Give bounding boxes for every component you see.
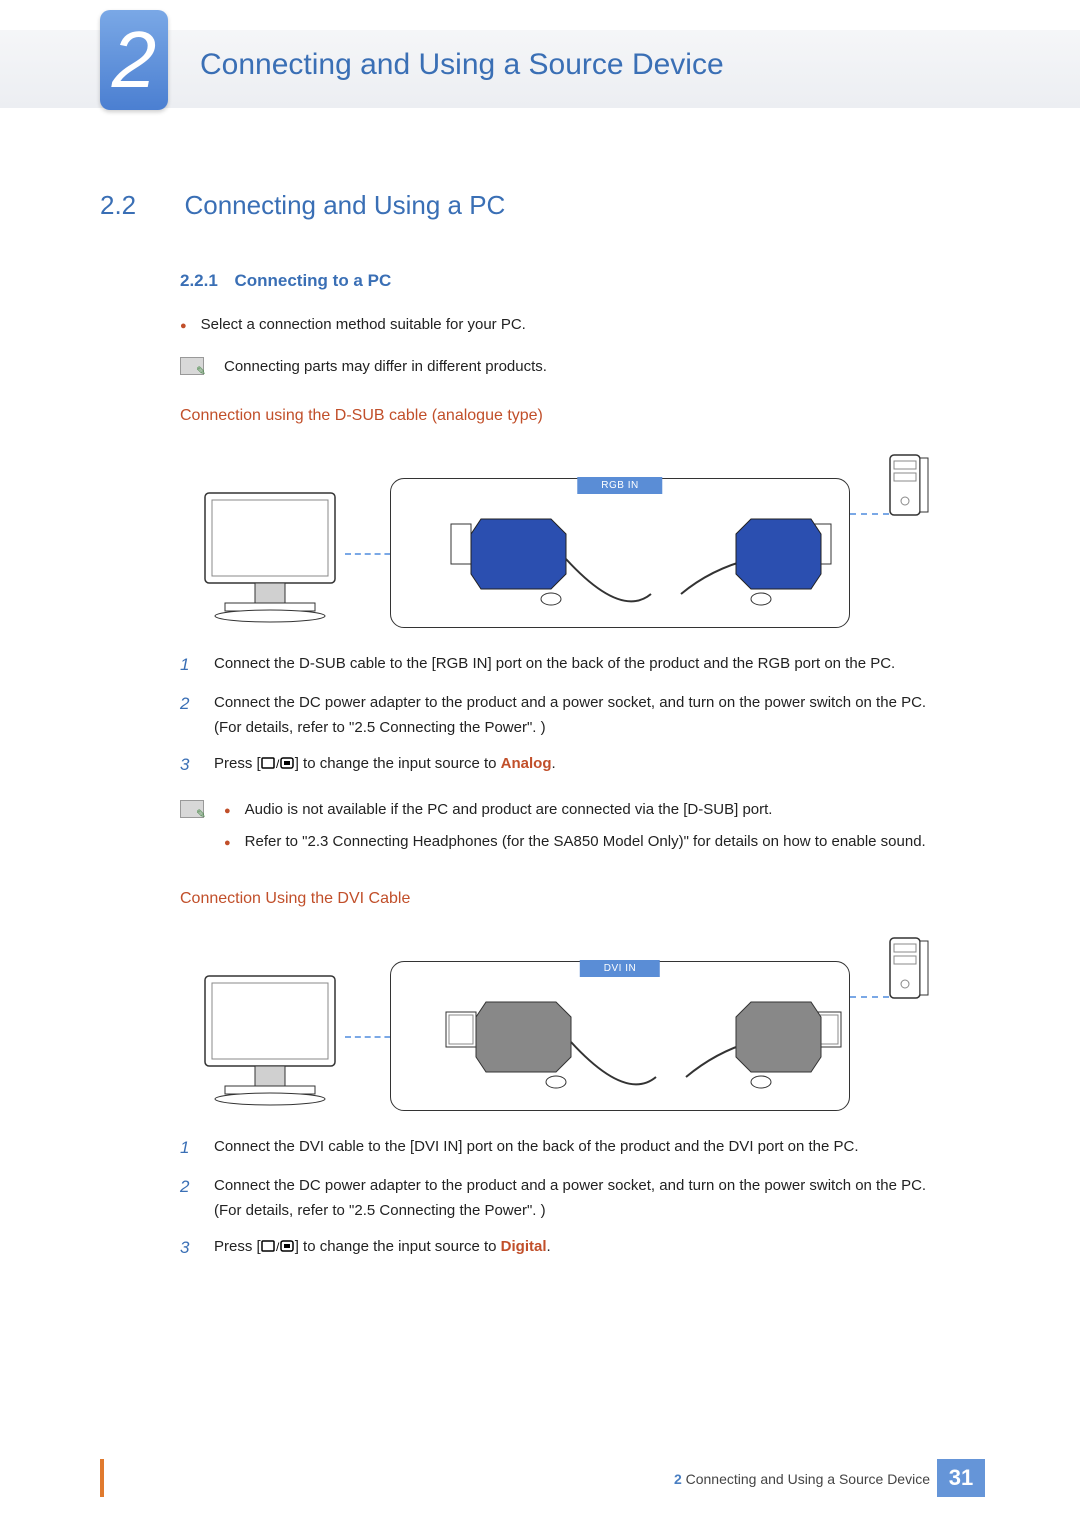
dvi-cable-illustration	[391, 962, 851, 1112]
svg-text:/: /	[276, 757, 280, 771]
dvi-figure: DVI IN	[180, 936, 940, 1116]
dsub-step-1: 1 Connect the D-SUB cable to the [RGB IN…	[180, 651, 985, 680]
source-button-icon: /	[261, 1238, 295, 1254]
step-number: 2	[180, 1173, 196, 1224]
monitor-illustration	[200, 488, 355, 623]
step-number: 1	[180, 651, 196, 680]
step-text: Press [/] to change the input source to …	[214, 751, 985, 780]
chapter-title: Connecting and Using a Source Device	[200, 48, 724, 82]
step-text: Connect the DC power adapter to the prod…	[214, 690, 985, 741]
step-text: Connect the DC power adapter to the prod…	[214, 1173, 985, 1224]
intro-bullet-text: Select a connection method suitable for …	[201, 313, 526, 337]
subsection-heading: 2.2.1 Connecting to a PC	[180, 271, 985, 291]
chapter-number-badge: 2	[100, 10, 168, 110]
subsection-number: 2.2.1	[180, 271, 230, 291]
dsub-step-2: 2 Connect the DC power adapter to the pr…	[180, 690, 985, 741]
section-heading: 2.2 Connecting and Using a PC	[100, 190, 985, 221]
bullet-icon: ●	[180, 318, 187, 336]
dvi-step-2: 2 Connect the DC power adapter to the pr…	[180, 1173, 985, 1224]
page-number: 31	[937, 1459, 985, 1497]
input-source-digital: Digital	[501, 1238, 547, 1255]
step-number: 1	[180, 1134, 196, 1163]
dsub-step-3: 3 Press [/] to change the input source t…	[180, 751, 985, 780]
step-number: 3	[180, 751, 196, 780]
step-text: Connect the D-SUB cable to the [RGB IN] …	[214, 651, 985, 680]
dsub-cable-illustration	[391, 479, 851, 629]
section-title: Connecting and Using a PC	[184, 190, 505, 221]
dsub-heading: Connection using the D-SUB cable (analog…	[180, 407, 985, 425]
source-button-icon: /	[261, 755, 295, 771]
input-source-analog: Analog	[501, 755, 552, 772]
note-text: Audio is not available if the PC and pro…	[245, 798, 773, 822]
dvi-port-label: DVI IN	[580, 960, 660, 977]
footer-chapter-title: Connecting and Using a Source Device	[686, 1471, 930, 1487]
svg-text:/: /	[276, 1240, 280, 1254]
footer-accent-bar	[100, 1459, 104, 1497]
dsub-figure: RGB IN	[180, 453, 940, 633]
step-text: Connect the DVI cable to the [DVI IN] po…	[214, 1134, 985, 1163]
pc-illustration	[888, 936, 930, 1006]
page-footer: 2 Connecting and Using a Source Device 3…	[0, 1459, 1080, 1497]
note-text: Refer to "2.3 Connecting Headphones (for…	[245, 830, 926, 854]
step-number: 3	[180, 1234, 196, 1263]
dvi-step-3: 3 Press [/] to change the input source t…	[180, 1234, 985, 1263]
pc-illustration	[888, 453, 930, 523]
footer-chapter-number: 2	[674, 1471, 682, 1487]
dsub-note-1: ● Audio is not available if the PC and p…	[224, 798, 985, 822]
section-number: 2.2	[100, 190, 180, 221]
step-number: 2	[180, 690, 196, 741]
footer-text: 2 Connecting and Using a Source Device	[674, 1471, 930, 1487]
dvi-connector-box: DVI IN	[390, 961, 850, 1111]
dsub-note-2: ● Refer to "2.3 Connecting Headphones (f…	[224, 830, 985, 854]
monitor-illustration	[200, 971, 355, 1106]
note-icon	[180, 357, 204, 375]
bullet-icon: ●	[224, 803, 231, 821]
intro-bullet: ● Select a connection method suitable fo…	[180, 313, 985, 337]
dvi-heading: Connection Using the DVI Cable	[180, 890, 985, 908]
intro-note: Connecting parts may differ in different…	[224, 355, 547, 379]
subsection-title: Connecting to a PC	[234, 271, 391, 291]
dvi-step-1: 1 Connect the DVI cable to the [DVI IN] …	[180, 1134, 985, 1163]
note-icon	[180, 800, 204, 818]
bullet-icon: ●	[224, 835, 231, 853]
dsub-connector-box: RGB IN	[390, 478, 850, 628]
dsub-port-label: RGB IN	[577, 477, 662, 494]
step-text: Press [/] to change the input source to …	[214, 1234, 985, 1263]
